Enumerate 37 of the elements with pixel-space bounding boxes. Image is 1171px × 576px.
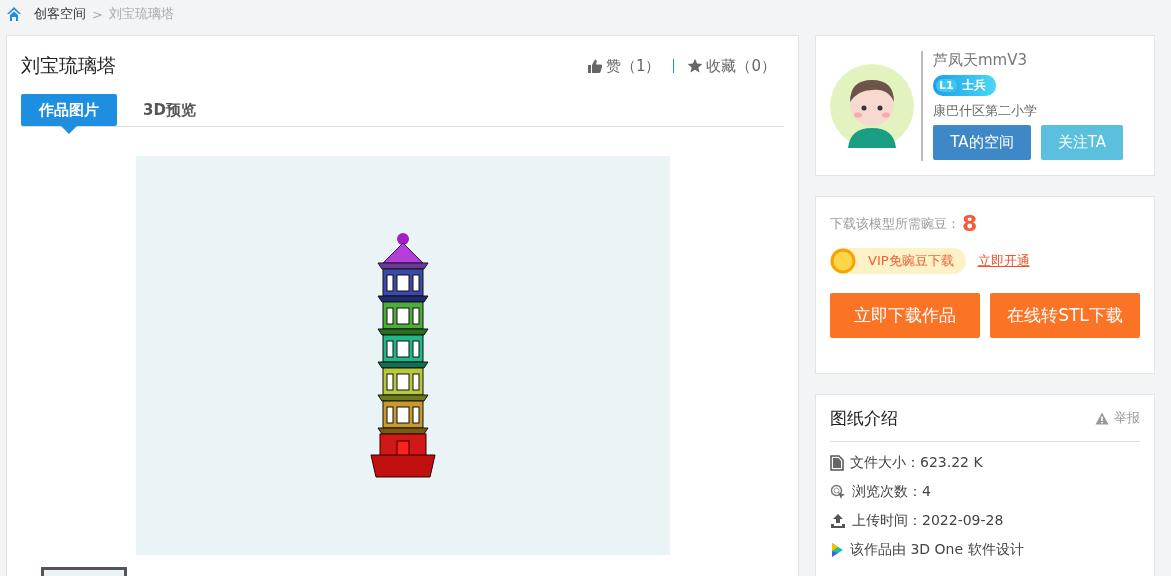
tab[interactable]: 3D预览 bbox=[125, 94, 214, 126]
tab[interactable]: 作品图片 bbox=[21, 94, 117, 126]
star-icon[interactable] bbox=[687, 58, 704, 74]
cost-label: 下载该模型所需豌豆： bbox=[830, 214, 960, 233]
info-text: 文件大小：623.22 K bbox=[850, 453, 983, 472]
magnifier-cursor-icon bbox=[830, 483, 846, 500]
like-count[interactable]: 赞（1） bbox=[605, 56, 661, 76]
thumbs-up-icon[interactable] bbox=[586, 58, 603, 74]
vip-coin-icon bbox=[830, 248, 856, 274]
level-label: L1 bbox=[936, 79, 957, 93]
file-icon bbox=[830, 454, 844, 471]
info-text: 浏览次数：4 bbox=[852, 482, 931, 501]
download-button[interactable]: 立即下载作品 bbox=[830, 293, 980, 338]
avatar-icon bbox=[830, 63, 914, 148]
author-name[interactable]: 芦凤天mmV3 bbox=[933, 50, 1028, 70]
breadcrumb-item[interactable]: 创客空间 bbox=[34, 5, 86, 23]
tab-pointer bbox=[61, 126, 77, 134]
activate-link[interactable]: 立即开通 bbox=[977, 252, 1030, 270]
info-text: 上传时间：2022-09-28 bbox=[852, 511, 1004, 530]
report-link[interactable]: 举报 bbox=[1114, 409, 1140, 427]
download-button[interactable]: 在线转STL下载 bbox=[990, 293, 1140, 338]
home-icon[interactable] bbox=[6, 6, 22, 22]
author-button[interactable]: TA的空间 bbox=[933, 125, 1031, 161]
cost-value: 8 bbox=[962, 211, 978, 236]
info-text: 该作品由 3D One 软件设计 bbox=[850, 540, 1024, 559]
section-title: 图纸介绍 bbox=[830, 406, 898, 430]
author-button[interactable]: 关注TA bbox=[1041, 125, 1123, 161]
warning-icon[interactable] bbox=[1095, 411, 1109, 425]
breadcrumb-separator: > bbox=[92, 6, 103, 22]
work-title: 刘宝琉璃塔 bbox=[21, 53, 116, 78]
rank-label: 士兵 bbox=[961, 77, 986, 95]
favorite-count[interactable]: 收藏（0） bbox=[706, 56, 776, 76]
play-logo-icon bbox=[830, 541, 844, 558]
school-name: 康巴什区第二小学 bbox=[933, 101, 1037, 120]
breadcrumb-item: 刘宝琉璃塔 bbox=[108, 5, 174, 23]
vip-label: VIP免豌豆下载 bbox=[868, 252, 954, 270]
upload-icon bbox=[830, 512, 846, 529]
